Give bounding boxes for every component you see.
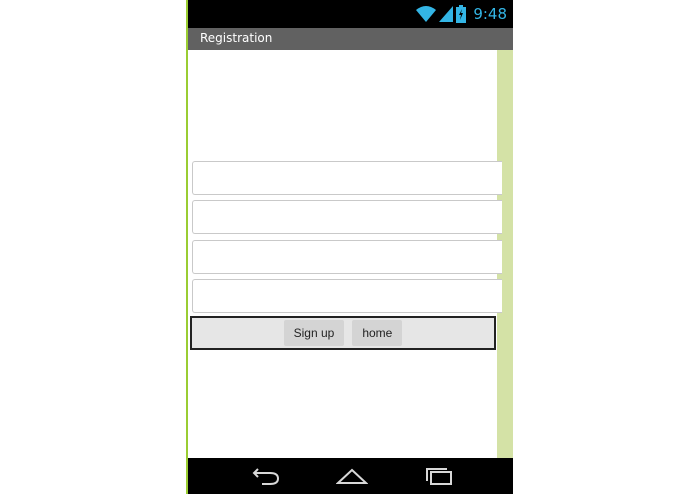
wifi-icon	[416, 6, 437, 22]
home-button[interactable]: home	[352, 320, 403, 346]
home-icon[interactable]	[336, 466, 368, 486]
registration-field-4[interactable]	[192, 279, 502, 313]
sign-up-button[interactable]: Sign up	[283, 320, 345, 346]
registration-field-2[interactable]	[192, 200, 502, 234]
page-title: Registration	[200, 31, 273, 45]
signal-icon	[439, 6, 454, 22]
back-icon[interactable]	[250, 466, 282, 486]
status-bar: 9:48	[188, 0, 513, 28]
status-icons: 9:48	[416, 4, 507, 24]
recent-apps-icon[interactable]	[422, 466, 454, 486]
nav-bar	[188, 458, 513, 494]
main-content: Sign up home	[188, 50, 513, 458]
button-row: Sign up home	[190, 316, 496, 350]
phone-screen: 9:48 Registration Sign up home	[186, 0, 513, 494]
status-time: 9:48	[473, 5, 507, 23]
title-bar: Registration	[188, 28, 513, 50]
registration-field-1[interactable]	[192, 161, 502, 195]
registration-field-3[interactable]	[192, 240, 502, 274]
battery-icon	[456, 5, 467, 23]
